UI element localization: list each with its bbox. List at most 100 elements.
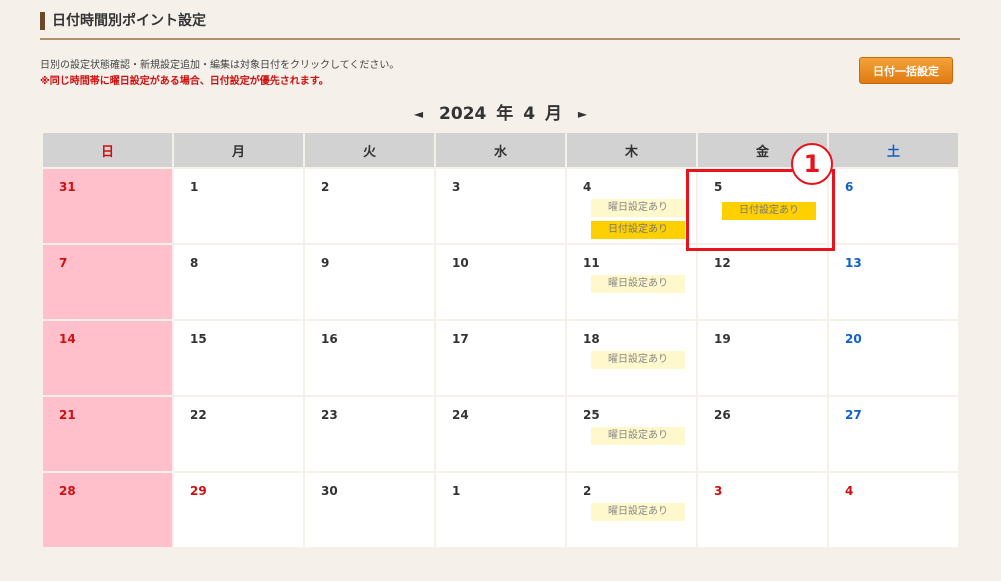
weekday-setting-badge: 曜日設定あり bbox=[591, 275, 685, 293]
date-setting-badge: 日付設定あり bbox=[591, 221, 685, 239]
calendar-day-cell[interactable]: 2 bbox=[305, 169, 434, 243]
calendar-day-cell[interactable]: 3 bbox=[698, 473, 827, 547]
calendar-day-cell[interactable]: 4 曜日設定あり 日付設定あり bbox=[567, 169, 696, 243]
calendar-day-cell[interactable]: 18 曜日設定あり bbox=[567, 321, 696, 395]
day-number: 27 bbox=[845, 408, 862, 422]
weekday-tue: 火 bbox=[305, 133, 434, 167]
calendar-day-cell[interactable]: 25 曜日設定あり bbox=[567, 397, 696, 471]
weekday-setting-badge: 曜日設定あり bbox=[591, 427, 685, 445]
weekday-setting-badge: 曜日設定あり bbox=[591, 199, 685, 217]
day-number: 14 bbox=[59, 332, 76, 346]
prev-month-icon[interactable]: ◄ bbox=[406, 102, 431, 126]
calendar-grid: 日 月 火 水 木 金 土 31 1 2 3 4 曜日設定あり 日付設定あり 5… bbox=[41, 131, 960, 549]
year-value: 2024 bbox=[439, 104, 487, 124]
month-value: 4 bbox=[523, 104, 536, 124]
day-number: 13 bbox=[845, 256, 862, 270]
day-number: 3 bbox=[452, 180, 461, 194]
day-number: 11 bbox=[583, 256, 600, 270]
section-header: 日付時間別ポイント設定 bbox=[40, 10, 960, 40]
day-number: 18 bbox=[583, 332, 600, 346]
day-number: 9 bbox=[321, 256, 330, 270]
weekday-mon: 月 bbox=[174, 133, 303, 167]
day-number: 2 bbox=[583, 484, 592, 498]
instruction-text: 日別の設定状態確認・新規設定追加・編集は対象日付をクリックしてください。 bbox=[40, 60, 400, 71]
calendar-day-cell[interactable]: 31 bbox=[43, 169, 172, 243]
day-number: 10 bbox=[452, 256, 469, 270]
priority-note: ※同じ時間帯に曜日設定がある場合、日付設定が優先されます。 bbox=[40, 76, 329, 87]
calendar-day-cell[interactable]: 8 bbox=[174, 245, 303, 319]
calendar-day-cell[interactable]: 16 bbox=[305, 321, 434, 395]
month-unit: 月 bbox=[544, 104, 562, 124]
calendar-day-cell[interactable]: 7 bbox=[43, 245, 172, 319]
calendar-day-cell[interactable]: 1 bbox=[174, 169, 303, 243]
day-number: 6 bbox=[845, 180, 854, 194]
day-number: 4 bbox=[583, 180, 592, 194]
day-number: 28 bbox=[59, 484, 76, 498]
day-number: 31 bbox=[59, 180, 76, 194]
calendar-day-cell[interactable]: 10 bbox=[436, 245, 565, 319]
day-number: 8 bbox=[190, 256, 199, 270]
day-number: 26 bbox=[714, 408, 731, 422]
day-number: 1 bbox=[452, 484, 461, 498]
calendar-day-cell[interactable]: 24 bbox=[436, 397, 565, 471]
calendar-day-cell[interactable]: 6 bbox=[829, 169, 958, 243]
day-number: 12 bbox=[714, 256, 731, 270]
calendar-week-row: 7 8 9 10 11 曜日設定あり 12 13 bbox=[43, 245, 958, 319]
day-number: 20 bbox=[845, 332, 862, 346]
calendar-day-cell[interactable]: 27 bbox=[829, 397, 958, 471]
calendar-day-cell[interactable]: 12 bbox=[698, 245, 827, 319]
calendar-day-cell[interactable]: 23 bbox=[305, 397, 434, 471]
month-navigation: ◄ 2024 年 4 月 ► bbox=[0, 102, 1001, 126]
calendar-day-cell[interactable]: 30 bbox=[305, 473, 434, 547]
calendar-day-cell[interactable]: 3 bbox=[436, 169, 565, 243]
day-number: 29 bbox=[190, 484, 207, 498]
day-number: 16 bbox=[321, 332, 338, 346]
weekday-setting-badge: 曜日設定あり bbox=[591, 351, 685, 369]
calendar-day-cell[interactable]: 15 bbox=[174, 321, 303, 395]
weekday-sun: 日 bbox=[43, 133, 172, 167]
weekday-wed: 水 bbox=[436, 133, 565, 167]
day-number: 7 bbox=[59, 256, 68, 270]
calendar-week-row: 14 15 16 17 18 曜日設定あり 19 20 bbox=[43, 321, 958, 395]
calendar-day-cell[interactable]: 21 bbox=[43, 397, 172, 471]
bulk-date-setting-button[interactable]: 日付一括設定 bbox=[859, 57, 953, 84]
weekday-sat: 土 bbox=[829, 133, 958, 167]
calendar-day-cell[interactable]: 20 bbox=[829, 321, 958, 395]
day-number: 19 bbox=[714, 332, 731, 346]
weekday-thu: 木 bbox=[567, 133, 696, 167]
calendar-day-cell[interactable]: 22 bbox=[174, 397, 303, 471]
calendar-day-cell[interactable]: 9 bbox=[305, 245, 434, 319]
weekday-setting-badge: 曜日設定あり bbox=[591, 503, 685, 521]
day-number: 17 bbox=[452, 332, 469, 346]
calendar-day-cell[interactable]: 13 bbox=[829, 245, 958, 319]
day-number: 1 bbox=[190, 180, 199, 194]
calendar-day-cell[interactable]: 4 bbox=[829, 473, 958, 547]
day-number: 3 bbox=[714, 484, 723, 498]
day-number: 2 bbox=[321, 180, 330, 194]
calendar-day-cell[interactable]: 11 曜日設定あり bbox=[567, 245, 696, 319]
calendar-day-cell[interactable]: 29 bbox=[174, 473, 303, 547]
calendar-day-cell[interactable]: 19 bbox=[698, 321, 827, 395]
calendar-day-cell[interactable]: 28 bbox=[43, 473, 172, 547]
date-setting-badge: 日付設定あり bbox=[722, 202, 816, 220]
day-number: 4 bbox=[845, 484, 854, 498]
calendar-day-cell[interactable]: 1 bbox=[436, 473, 565, 547]
calendar-day-cell[interactable]: 26 bbox=[698, 397, 827, 471]
calendar-week-row: 21 22 23 24 25 曜日設定あり 26 27 bbox=[43, 397, 958, 471]
calendar-day-cell[interactable]: 14 bbox=[43, 321, 172, 395]
callout-number-badge: 1 bbox=[791, 143, 833, 185]
day-number: 23 bbox=[321, 408, 338, 422]
calendar-day-cell[interactable]: 2 曜日設定あり bbox=[567, 473, 696, 547]
section-bar bbox=[40, 12, 45, 30]
calendar: 日 月 火 水 木 金 土 31 1 2 3 4 曜日設定あり 日付設定あり 5… bbox=[43, 131, 958, 549]
calendar-day-cell[interactable]: 17 bbox=[436, 321, 565, 395]
day-number: 15 bbox=[190, 332, 207, 346]
page-title: 日付時間別ポイント設定 bbox=[52, 13, 206, 29]
day-number: 21 bbox=[59, 408, 76, 422]
year-unit: 年 bbox=[496, 104, 514, 124]
calendar-week-row: 28 29 30 1 2 曜日設定あり 3 4 bbox=[43, 473, 958, 547]
next-month-icon[interactable]: ► bbox=[570, 102, 595, 126]
day-number: 25 bbox=[583, 408, 600, 422]
day-number: 30 bbox=[321, 484, 338, 498]
day-number: 22 bbox=[190, 408, 207, 422]
